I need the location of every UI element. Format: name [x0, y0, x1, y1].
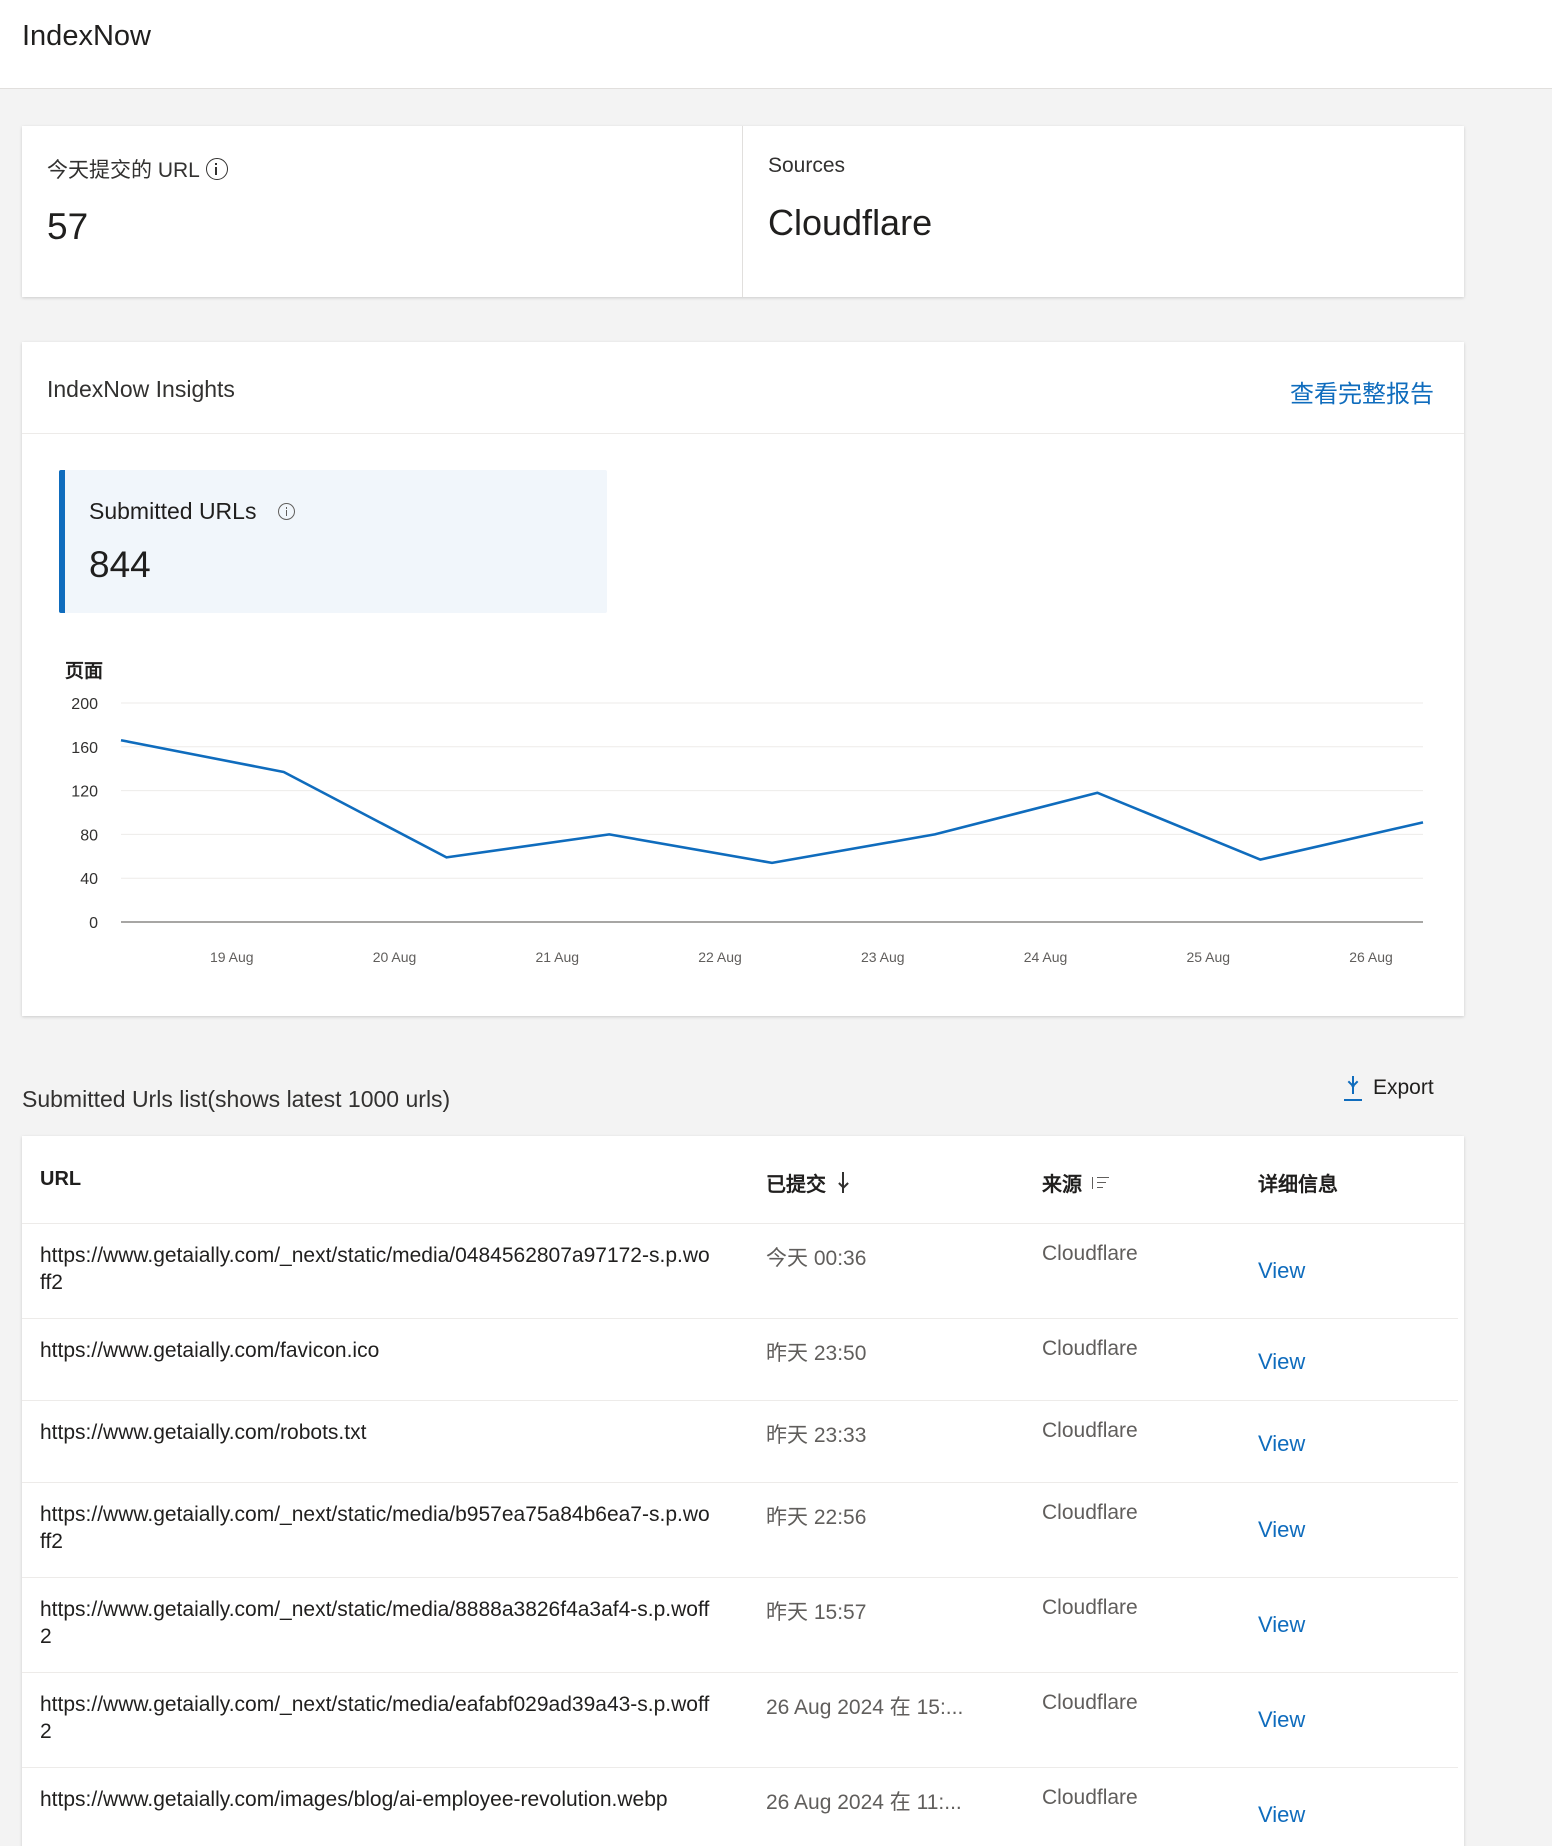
row-url: https://www.getaially.com/robots.txt	[40, 1421, 367, 1444]
series-line[interactable]	[120, 738, 1424, 865]
sources-cell: Sources Cloudflare	[742, 126, 1462, 297]
table-row: https://www.getaially.com/_next/static/m…	[22, 1483, 1458, 1578]
column-source-label: 来源	[1042, 1174, 1082, 1196]
row-url: https://www.getaially.com/_next/static/m…	[40, 1693, 710, 1743]
view-link[interactable]: View	[1258, 1431, 1305, 1457]
full-report-link[interactable]: 查看完整报告	[1290, 374, 1434, 409]
today-urls-label-row: 今天提交的 URL	[47, 154, 228, 184]
submitted-urls-metric: Submitted URLs 844	[59, 470, 607, 613]
view-link[interactable]: View	[1258, 1349, 1305, 1375]
insights-card: IndexNow Insights 查看完整报告 Submitted URLs …	[22, 342, 1464, 1016]
row-submitted-date: 今天 00:36	[766, 1247, 867, 1270]
view-link[interactable]: View	[1258, 1802, 1305, 1828]
column-url[interactable]: URL	[40, 1168, 81, 1191]
insights-title: IndexNow Insights	[47, 376, 235, 402]
summary-card: 今天提交的 URL 57 Sources Cloudflare	[22, 126, 1464, 297]
table-row: https://www.getaially.com/robots.txt 昨天 2…	[22, 1401, 1458, 1483]
submitted-urls-table: URL 已提交 来源 详细信息 https://www.getaially.co…	[22, 1136, 1464, 1846]
column-source[interactable]: 来源	[1042, 1168, 1110, 1197]
metric-label: Submitted URLs	[89, 498, 257, 524]
x-tick-label: 25 Aug	[1186, 949, 1230, 965]
row-source: Cloudflare	[1042, 1596, 1138, 1619]
list-title: Submitted Urls list(shows latest 1000 ur…	[22, 1086, 451, 1112]
sources-value: Cloudflare	[768, 202, 933, 243]
row-submitted-date: 昨天 15:57	[766, 1601, 867, 1624]
app-title: IndexNow	[22, 20, 151, 52]
sort-descending-icon	[836, 1171, 850, 1195]
y-tick-label: 40	[80, 871, 98, 888]
row-url: https://www.getaially.com/_next/static/m…	[40, 1598, 710, 1648]
row-source: Cloudflare	[1042, 1786, 1138, 1809]
sort-icon	[1092, 1175, 1110, 1191]
table-row: https://www.getaially.com/_next/static/m…	[22, 1578, 1458, 1673]
table-row: https://www.getaially.com/favicon.ico 昨天 …	[22, 1319, 1458, 1401]
row-source: Cloudflare	[1042, 1242, 1138, 1265]
y-tick-label: 0	[89, 915, 98, 932]
top-bar: IndexNow	[0, 0, 1552, 89]
column-url-label: URL	[40, 1168, 82, 1190]
metric-label-row: Submitted URLs	[89, 498, 296, 525]
table-header: URL 已提交 来源 详细信息	[22, 1136, 1464, 1224]
row-url: https://www.getaially.com/_next/static/m…	[40, 1503, 710, 1553]
x-tick-label: 21 Aug	[535, 949, 579, 965]
y-tick-label: 80	[80, 827, 98, 844]
row-submitted-date: 26 Aug 2024 在 15:...	[766, 1696, 964, 1719]
sources-label: Sources	[768, 154, 846, 177]
info-icon[interactable]	[278, 503, 296, 520]
row-source: Cloudflare	[1042, 1691, 1138, 1714]
x-tick-label: 26 Aug	[1349, 949, 1393, 965]
insights-header: IndexNow Insights 查看完整报告	[22, 342, 1464, 434]
row-url: https://www.getaially.com/_next/static/m…	[40, 1244, 710, 1294]
x-tick-label: 23 Aug	[861, 949, 905, 965]
view-link[interactable]: View	[1258, 1612, 1305, 1638]
y-tick-label: 160	[71, 740, 98, 757]
line-chart: 0 40 80 120 160 200 19 Aug 20 Aug 21 Aug 22 Aug 23…	[71, 696, 1424, 965]
export-label: Export	[1373, 1076, 1434, 1099]
row-submitted-date: 昨天 23:50	[766, 1342, 867, 1365]
row-source: Cloudflare	[1042, 1337, 1138, 1360]
column-submitted[interactable]: 已提交	[766, 1168, 850, 1197]
column-details: 详细信息	[1258, 1168, 1338, 1197]
row-source: Cloudflare	[1042, 1501, 1138, 1524]
column-submitted-label: 已提交	[766, 1174, 826, 1196]
x-tick-label: 20 Aug	[373, 949, 417, 965]
view-link[interactable]: View	[1258, 1258, 1305, 1284]
row-submitted-date: 昨天 22:56	[766, 1506, 867, 1529]
info-icon[interactable]	[205, 158, 228, 180]
row-url: https://www.getaially.com/favicon.ico	[40, 1339, 380, 1362]
today-urls-value: 57	[47, 206, 89, 247]
download-icon	[1343, 1074, 1363, 1102]
row-submitted-date: 26 Aug 2024 在 11:...	[766, 1791, 962, 1814]
row-url: https://www.getaially.com/images/blog/ai…	[40, 1788, 668, 1811]
chart-area: 页面 0 40 80 120 160 200 19 Aug 20 Aug 21 Aug 22 Au…	[22, 642, 1464, 1002]
table-row: https://www.getaially.com/images/blog/ai…	[22, 1768, 1458, 1846]
x-tick-label: 24 Aug	[1024, 949, 1068, 965]
row-source: Cloudflare	[1042, 1419, 1138, 1442]
export-button[interactable]: Export	[1343, 1074, 1434, 1102]
table-row: https://www.getaially.com/_next/static/m…	[22, 1673, 1458, 1768]
row-submitted-date: 昨天 23:33	[766, 1424, 867, 1447]
x-tick-label: 19 Aug	[210, 949, 254, 965]
table-row: https://www.getaially.com/_next/static/m…	[22, 1224, 1458, 1319]
column-details-label: 详细信息	[1258, 1174, 1338, 1196]
x-tick-label: 22 Aug	[698, 949, 742, 965]
today-urls-label: 今天提交的 URL	[47, 159, 200, 182]
view-link[interactable]: View	[1258, 1517, 1305, 1543]
today-urls-cell: 今天提交的 URL 57	[22, 126, 742, 297]
view-link[interactable]: View	[1258, 1707, 1305, 1733]
metric-value: 844	[89, 544, 151, 585]
y-tick-label: 200	[71, 696, 98, 713]
y-tick-label: 120	[71, 784, 98, 801]
